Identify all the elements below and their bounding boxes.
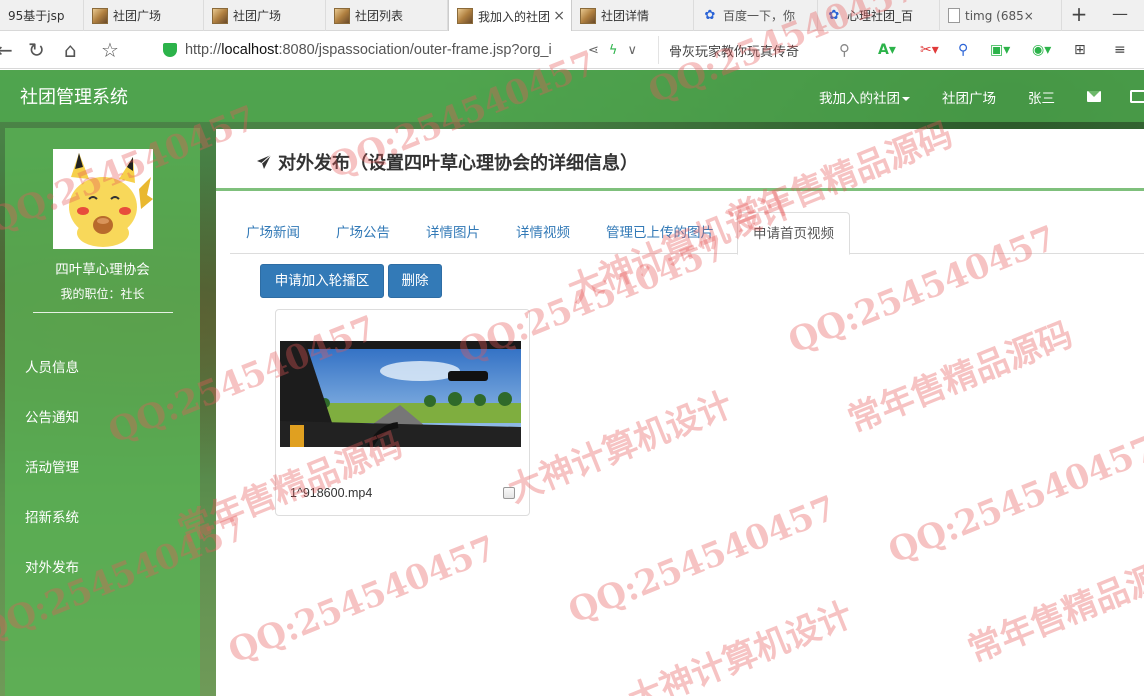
minimize-icon[interactable]: — — [1112, 4, 1128, 23]
browser-tab[interactable]: 社团广场 — [84, 0, 204, 31]
tab-square-news[interactable]: 广场新闻 — [246, 212, 300, 254]
home-icon[interactable]: ⌂ — [64, 39, 77, 61]
sidebar: 四叶草心理协会 我的职位：社长 人员信息 公告通知 活动管理 招新系统 对外发布 — [5, 128, 200, 696]
browser-tab-label: 社团广场 — [113, 9, 162, 23]
baidu-paw-icon: ✿ — [828, 7, 840, 23]
browser-tab-label: 百度一下，你 — [723, 9, 796, 23]
browser-tab[interactable]: ✿ 百度一下，你 — [694, 0, 818, 31]
brand-title[interactable]: 社团管理系统 — [20, 83, 128, 109]
new-tab-button[interactable]: + — [1068, 4, 1090, 26]
browser-tab[interactable]: 社团列表 — [326, 0, 448, 31]
menu-icon[interactable]: ≡ — [1114, 40, 1126, 60]
video-filename: 1^918600.mp4 — [290, 486, 373, 500]
page-icon — [457, 8, 473, 24]
video-select-checkbox[interactable] — [503, 487, 515, 499]
nav-joined-clubs-dropdown[interactable]: 我加入的社团 — [819, 87, 910, 107]
sidebar-item-members[interactable]: 人员信息 — [25, 356, 79, 376]
my-role: 我的职位：社长 — [60, 287, 145, 301]
content-tabs: 广场新闻 广场公告 详情图片 详情视频 管理已上传的图片 申请首页视频 — [230, 212, 1144, 255]
apps-grid-icon[interactable]: ⊞ — [1074, 40, 1086, 60]
page-icon — [580, 7, 596, 24]
close-tab-icon[interactable]: × — [553, 8, 565, 24]
search-icon[interactable]: ⚲ — [839, 41, 850, 59]
logout-icon[interactable] — [1130, 90, 1144, 103]
delete-button[interactable]: 删除 — [388, 264, 442, 298]
sidebar-item-publish[interactable]: 对外发布 — [25, 556, 79, 576]
page-title-text: 对外发布（设置四叶草心理协会的详细信息） — [278, 153, 638, 174]
browser-tab[interactable]: 社团详情 — [572, 0, 694, 31]
browser-tab[interactable]: 95基于jsp — [0, 0, 84, 31]
page-icon — [92, 7, 108, 24]
browser-toolbar: ← ↻ ⌂ ☆ http://localhost:8080/jspassocia… — [0, 31, 1144, 69]
translate-icon[interactable]: A▾ — [878, 40, 896, 60]
browser-tab-active[interactable]: 我加入的社团 × — [448, 0, 572, 32]
browser-tab[interactable]: ✿ 心理社团_百 — [818, 0, 940, 31]
browser-tab-label: 社团详情 — [601, 9, 650, 23]
paper-plane-icon — [256, 154, 272, 175]
search-input[interactable]: 骨灰玩家教你玩真传奇 — [669, 41, 839, 60]
browser-tab-strip: 95基于jsp 社团广场 社团广场 社团列表 我加入的社团 × 社团详情 ✿ 百… — [0, 0, 1144, 32]
browser-tab-label: 95基于jsp — [8, 9, 65, 23]
coin-icon[interactable]: ◉▾ — [1032, 40, 1051, 60]
sidebar-item-activities[interactable]: 活动管理 — [25, 456, 79, 476]
caret-down-icon — [902, 97, 910, 101]
tab-manage-uploaded-images[interactable]: 管理已上传的图片 — [606, 212, 714, 254]
tab-apply-homepage-video[interactable]: 申请首页视频 — [737, 212, 850, 255]
org-avatar — [53, 149, 153, 249]
browser-tab[interactable]: timg (685× — [940, 0, 1062, 31]
page-title: 对外发布（设置四叶草心理协会的详细信息） — [256, 149, 638, 175]
sidebar-item-notices[interactable]: 公告通知 — [25, 406, 79, 426]
apply-carousel-button[interactable]: 申请加入轮播区 — [260, 264, 384, 298]
nav-user[interactable]: 张三 — [1028, 87, 1055, 107]
scissors-icon[interactable]: ✂▾ — [920, 40, 939, 60]
browser-tab-label: 我加入的社团 — [478, 9, 551, 24]
tab-detail-images[interactable]: 详情图片 — [426, 212, 480, 254]
document-icon — [948, 8, 960, 23]
browser-tab[interactable]: 社团广场 — [204, 0, 326, 31]
page-icon — [334, 7, 350, 24]
page-icon — [212, 7, 228, 24]
star-bookmark-icon[interactable]: ☆ — [101, 39, 119, 61]
address-bar[interactable]: http://localhost:8080/jspassociation/out… — [155, 36, 647, 64]
top-navbar: 社团管理系统 我加入的社团 社团广场 张三 — [0, 70, 1144, 122]
video-card[interactable]: 1^918600.mp4 — [275, 309, 530, 516]
share-icon[interactable]: ⋖ — [588, 43, 609, 58]
back-arrow-icon[interactable]: ← — [0, 39, 13, 61]
sidebar-item-recruitment[interactable]: 招新系统 — [25, 506, 79, 526]
magnifier-icon[interactable]: ⚲ — [958, 40, 968, 60]
chevron-down-icon[interactable]: ∨ — [627, 43, 647, 58]
reload-icon[interactable]: ↻ — [28, 39, 45, 61]
sidebar-divider — [33, 312, 173, 313]
address-actions: ⋖ϟ∨ — [588, 43, 647, 58]
secure-shield-icon — [163, 43, 177, 57]
browser-tab-label: 社团广场 — [233, 9, 282, 23]
video-thumbnail[interactable] — [280, 341, 521, 447]
baidu-paw-icon: ✿ — [704, 7, 716, 23]
browser-tab-label: 社团列表 — [355, 9, 404, 23]
browser-tab-label: timg (685× — [965, 8, 1034, 23]
search-box[interactable]: 骨灰玩家教你玩真传奇 ⚲ — [658, 36, 856, 64]
gamepad-icon[interactable]: ▣▾ — [990, 40, 1010, 60]
bolt-icon[interactable]: ϟ — [609, 43, 628, 58]
address-url[interactable]: http://localhost:8080/jspassociation/out… — [185, 42, 578, 58]
nav-club-square[interactable]: 社团广场 — [942, 87, 996, 107]
org-name: 四叶草心理协会 — [55, 262, 150, 278]
tab-detail-videos[interactable]: 详情视频 — [516, 212, 570, 254]
main-panel: 对外发布（设置四叶草心理协会的详细信息） 广场新闻 广场公告 详情图片 详情视频… — [216, 129, 1144, 696]
title-divider — [216, 188, 1144, 191]
browser-tab-label: 心理社团_百 — [847, 9, 914, 23]
mail-icon[interactable] — [1087, 91, 1101, 102]
tab-square-notices[interactable]: 广场公告 — [336, 212, 390, 254]
